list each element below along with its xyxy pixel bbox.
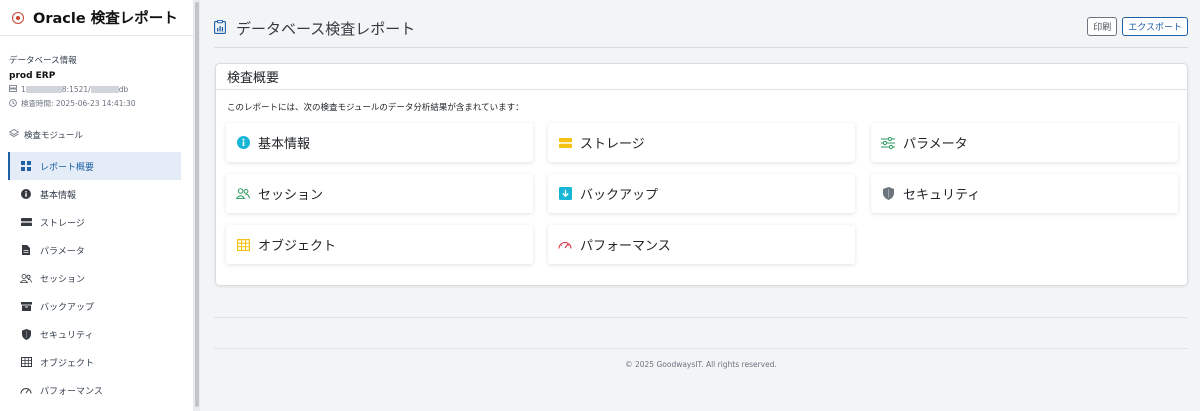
people-icon bbox=[236, 187, 250, 201]
export-button[interactable]: エクスポート bbox=[1122, 17, 1188, 36]
main-content: データベース検査レポート 印刷 エクスポート 検査概要 このレポートには、次の検… bbox=[200, 0, 1200, 411]
sidebar-scrollbar-thumb[interactable] bbox=[195, 2, 199, 407]
sidebar-item-security[interactable]: セキュリティ bbox=[0, 320, 181, 348]
module-card-label: オブジェクト bbox=[258, 239, 337, 254]
page-title-group: データベース検査レポート bbox=[214, 18, 415, 39]
redacted-service bbox=[90, 86, 119, 93]
overview-card: 検査概要 このレポートには、次の検査モジュールのデータ分析結果が含まれています：… bbox=[215, 63, 1188, 286]
brand: Oracle 検査レポート bbox=[0, 0, 193, 36]
module-nav: レポート概要 基本情報 ストレージ パラメータ セッション バックアップ セキュ… bbox=[0, 152, 193, 404]
database-info: データベース情報 prod ERP 1 8:1521/ db 検査時間: 202… bbox=[0, 36, 193, 109]
people-icon bbox=[20, 272, 32, 284]
module-card-basic-info[interactable]: 基本情報 bbox=[226, 123, 533, 162]
redacted-host bbox=[25, 86, 62, 93]
app-title: Oracle 検査レポート bbox=[33, 11, 178, 27]
sliders-icon bbox=[881, 136, 895, 150]
sidebar-item-label: パラメータ bbox=[40, 246, 85, 257]
sidebar-item-label: バックアップ bbox=[40, 302, 95, 313]
sidebar-item-basic-info[interactable]: 基本情報 bbox=[0, 180, 181, 208]
modules-heading-label: 検査モジュール bbox=[24, 131, 83, 141]
sidebar-item-parameters[interactable]: パラメータ bbox=[0, 236, 181, 264]
storage-icon bbox=[558, 136, 572, 150]
sidebar-item-report-overview[interactable]: レポート概要 bbox=[8, 152, 181, 180]
sidebar-item-label: ストレージ bbox=[40, 218, 85, 229]
page-header: データベース検査レポート 印刷 エクスポート bbox=[214, 8, 1188, 48]
module-card-parameters[interactable]: パラメータ bbox=[871, 123, 1178, 162]
table-icon bbox=[236, 238, 250, 252]
sidebar-item-objects[interactable]: オブジェクト bbox=[0, 348, 181, 376]
sidebar-item-label: パフォーマンス bbox=[40, 386, 103, 397]
speedometer-icon bbox=[20, 384, 32, 396]
sidebar-item-label: セキュリティ bbox=[40, 330, 94, 341]
speedometer-icon bbox=[558, 238, 572, 252]
grid-icon bbox=[20, 160, 32, 172]
database-info-heading: データベース情報 bbox=[9, 56, 77, 66]
host-suffix: db bbox=[118, 85, 129, 94]
sidebar-item-label: セッション bbox=[40, 274, 86, 285]
module-card-storage[interactable]: ストレージ bbox=[548, 123, 855, 162]
module-card-performance[interactable]: パフォーマンス bbox=[548, 225, 855, 264]
info-icon bbox=[20, 188, 32, 200]
header-actions: 印刷 エクスポート bbox=[1087, 17, 1188, 36]
storage-icon bbox=[20, 216, 32, 228]
clipboard-chart-icon bbox=[214, 19, 226, 38]
divider bbox=[214, 317, 1188, 318]
info-icon bbox=[236, 136, 250, 150]
table-icon bbox=[20, 356, 32, 368]
clock-icon bbox=[9, 98, 17, 109]
sidebar-item-sessions[interactable]: セッション bbox=[0, 264, 181, 292]
sidebar-item-storage[interactable]: ストレージ bbox=[0, 208, 181, 236]
archive-icon bbox=[20, 300, 32, 312]
inspection-time-label: 検査時間: 2025-06-23 14:41:30 bbox=[21, 99, 136, 108]
file-icon bbox=[20, 244, 32, 256]
module-card-backup[interactable]: バックアップ bbox=[548, 174, 855, 213]
module-card-label: バックアップ bbox=[580, 188, 659, 203]
download-icon bbox=[558, 187, 572, 201]
database-host: 1 8:1521/ db bbox=[9, 85, 193, 94]
print-button[interactable]: 印刷 bbox=[1087, 17, 1118, 36]
module-card-objects[interactable]: オブジェクト bbox=[226, 225, 533, 264]
sidebar-item-label: 基本情報 bbox=[40, 190, 77, 201]
module-card-sessions[interactable]: セッション bbox=[226, 174, 533, 213]
overview-description: このレポートには、次の検査モジュールのデータ分析結果が含まれています： bbox=[227, 103, 524, 113]
module-card-label: パラメータ bbox=[903, 137, 968, 152]
sidebar-item-performance[interactable]: パフォーマンス bbox=[0, 376, 181, 404]
module-card-label: パフォーマンス bbox=[580, 239, 671, 254]
module-card-label: セキュリティ bbox=[903, 188, 981, 203]
server-icon bbox=[9, 85, 17, 94]
database-name: prod ERP bbox=[9, 71, 56, 81]
inspection-time: 検査時間: 2025-06-23 14:41:30 bbox=[9, 98, 193, 109]
modules-heading: 検査モジュール bbox=[0, 129, 193, 141]
module-card-security[interactable]: セキュリティ bbox=[871, 174, 1178, 213]
module-card-label: 基本情報 bbox=[258, 137, 311, 152]
shield-icon bbox=[881, 187, 895, 201]
sidebar-item-label: レポート概要 bbox=[40, 162, 95, 173]
oracle-logo-icon bbox=[12, 11, 24, 24]
overview-card-title: 検査概要 bbox=[216, 64, 1187, 90]
sidebar-item-backup[interactable]: バックアップ bbox=[0, 292, 181, 320]
module-card-label: ストレージ bbox=[580, 137, 645, 152]
sidebar-item-label: オブジェクト bbox=[40, 358, 95, 369]
page-title: データベース検査レポート bbox=[236, 20, 416, 38]
module-card-label: セッション bbox=[258, 188, 324, 203]
layers-icon bbox=[8, 129, 20, 141]
footer-copyright: © 2025 GoodwaysIT. All rights reserved. bbox=[625, 360, 777, 369]
host-middle: 8:1521/ bbox=[61, 85, 91, 94]
divider bbox=[214, 348, 1188, 349]
shield-icon bbox=[20, 328, 32, 340]
sidebar: Oracle 検査レポート データベース情報 prod ERP 1 8:1521… bbox=[0, 0, 194, 411]
